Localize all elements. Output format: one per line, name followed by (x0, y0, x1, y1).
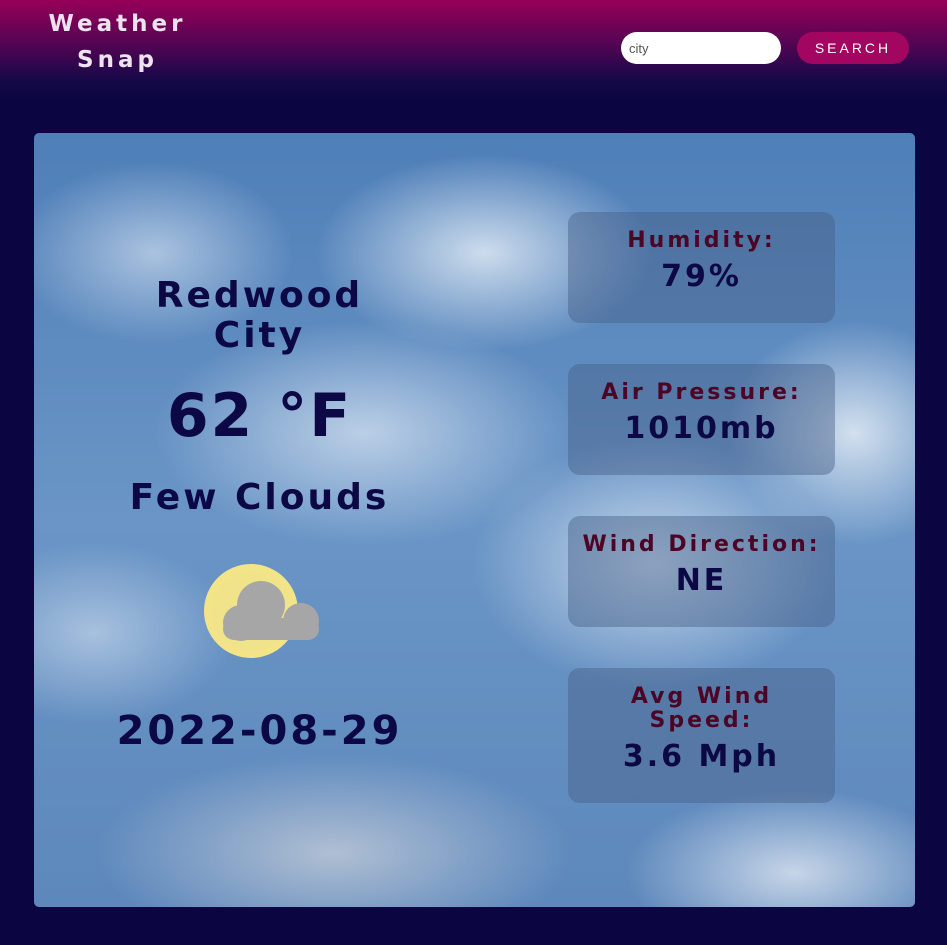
stat-value: 3.6 Mph (622, 739, 781, 774)
stat-label: Avg Wind Speed: (630, 684, 773, 733)
stat-card-air-pressure: Air Pressure: 1010mb (568, 364, 835, 475)
app-header: Weather Snap SEARCH (0, 0, 947, 100)
stat-value: 79% (661, 259, 742, 294)
search-button[interactable]: SEARCH (797, 32, 909, 64)
stat-card-wind-direction: Wind Direction: NE (568, 516, 835, 627)
stat-card-humidity: Humidity: 79% (568, 212, 835, 323)
city-search-input[interactable] (621, 32, 781, 64)
weather-card: Redwood City 62 °F Few Clouds 2022-08-29… (34, 133, 915, 907)
stat-label: Wind Direction: (582, 532, 821, 557)
few-clouds-icon (204, 564, 319, 658)
stat-label: Air Pressure: (601, 380, 802, 405)
city-name: Redwood City (155, 275, 364, 356)
stat-value: NE (675, 563, 728, 598)
forecast-date: 2022-08-29 (116, 708, 403, 754)
stat-label: Humidity: (627, 228, 776, 253)
app-title: Weather Snap (48, 11, 187, 73)
stat-value: 1010mb (624, 411, 779, 446)
stat-card-avg-wind-speed: Avg Wind Speed: 3.6 Mph (568, 668, 835, 803)
temperature: 62 °F (166, 381, 353, 451)
weather-description: Few Clouds (129, 477, 390, 518)
